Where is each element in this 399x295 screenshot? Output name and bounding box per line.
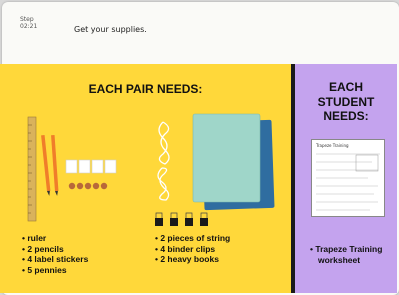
- binder-clips-icon: [155, 212, 208, 226]
- list-item: 5 pennies: [22, 265, 88, 276]
- ruler-icon: [27, 116, 37, 222]
- worksheet-lines: [316, 153, 380, 211]
- list-item: 4 label stickers: [22, 254, 88, 265]
- worksheet-thumbnail: Trapeze Training: [311, 139, 385, 217]
- list-item: 4 binder clips: [155, 244, 230, 255]
- list-item: 2 heavy books: [155, 254, 230, 265]
- list-item: ruler: [22, 233, 88, 244]
- string-icon: [157, 121, 170, 201]
- list-item: 2 pieces of string: [155, 233, 230, 244]
- pair-items-list-right: 2 pieces of string 4 binder clips 2 heav…: [155, 233, 230, 265]
- pennies-icon: [68, 182, 108, 190]
- heavy-books-icon: [192, 113, 275, 211]
- pencils-icon: [41, 134, 59, 196]
- label-stickers-icon: [65, 159, 117, 174]
- pair-items-list-left: ruler 2 pencils 4 label stickers 5 penni…: [22, 233, 88, 275]
- student-items-list: Trapeze Training worksheet: [310, 244, 398, 265]
- list-item: Trapeze Training worksheet: [315, 244, 398, 265]
- list-item: 2 pencils: [22, 244, 88, 255]
